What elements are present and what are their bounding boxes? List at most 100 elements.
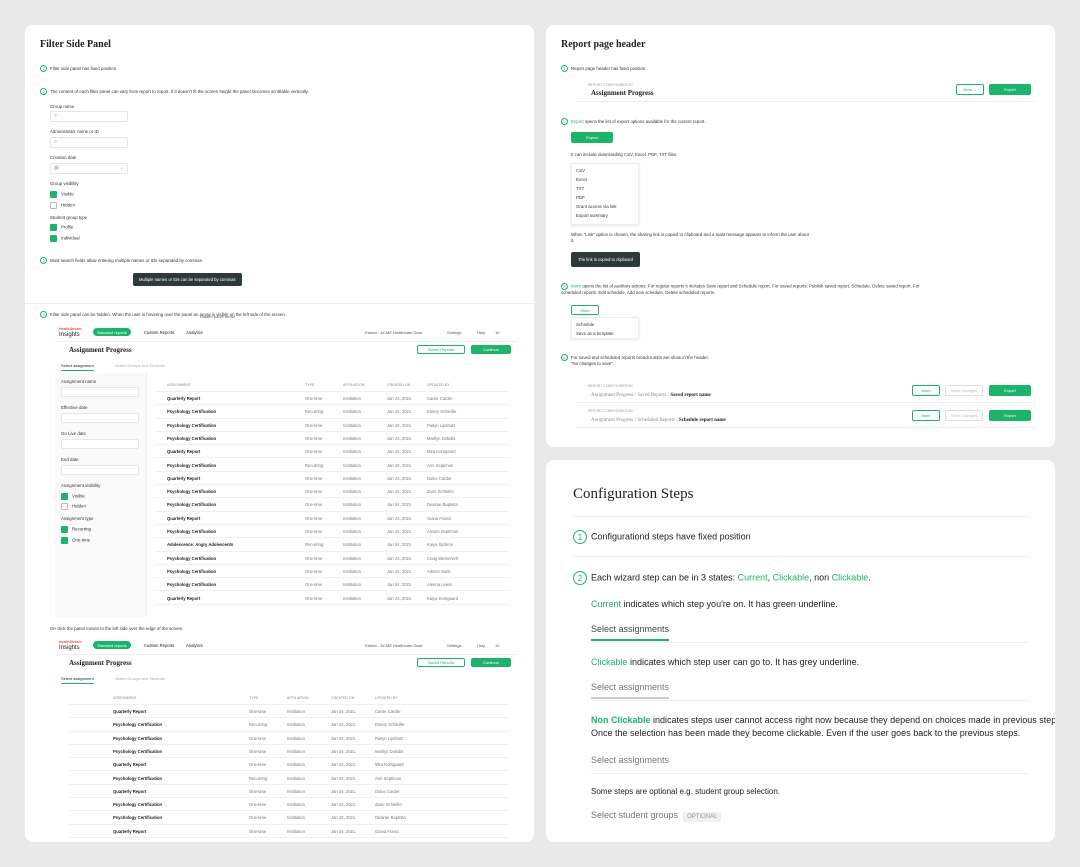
nav-custom-reports[interactable]: Custom Reports bbox=[144, 330, 174, 335]
nav-analytics[interactable]: Analytics bbox=[186, 330, 203, 335]
table-row[interactable]: Psychology Certification One-time Institut… bbox=[155, 525, 509, 539]
table-row[interactable]: Quarterly Report One-time Institution Jan 2… bbox=[155, 472, 509, 486]
export-option[interactable]: Export summary bbox=[576, 213, 608, 218]
table-row[interactable]: Psychology Certification One-time Institut… bbox=[69, 745, 509, 759]
individual-checkbox[interactable]: Individual bbox=[50, 235, 80, 242]
user-menu[interactable]: Elsken - ACME Healthcare Data bbox=[365, 330, 422, 335]
saved-reports-button[interactable]: Saved Reports bbox=[417, 345, 465, 354]
table-row[interactable]: Psychology Certification One-time Institut… bbox=[69, 811, 509, 825]
assignment-name-input[interactable] bbox=[61, 387, 139, 397]
table-row[interactable]: Psychology Certification One-time Institut… bbox=[155, 565, 509, 579]
column-header[interactable]: TYPE bbox=[249, 696, 258, 700]
table-row[interactable]: Quarterly Report One-time Institution Jan 2… bbox=[69, 705, 509, 719]
table-row[interactable]: Quarterly Report One-time Institution Jan 2… bbox=[69, 785, 509, 799]
more-option-schedule[interactable]: Schedule bbox=[576, 322, 594, 327]
help-link[interactable]: Help bbox=[477, 330, 485, 335]
table-row[interactable]: Psychology Certification One-time Institut… bbox=[155, 419, 509, 432]
table-row[interactable]: Quarterly Report One-time Institution Jan 2… bbox=[69, 825, 509, 838]
export-button[interactable]: Export bbox=[989, 385, 1031, 396]
user-menu[interactable]: Elsken - ACME Healthcare Data bbox=[365, 643, 422, 648]
column-header[interactable]: ASSIGNMENT bbox=[113, 696, 137, 700]
table-row[interactable]: Psychology Certification One-time Institut… bbox=[155, 552, 509, 565]
visible-checkbox[interactable]: Visible bbox=[50, 191, 74, 198]
export-button[interactable]: Export bbox=[989, 84, 1031, 95]
export-option[interactable]: PDF bbox=[576, 195, 585, 200]
note-4: 4 For saved and scheduled reports breadcr… bbox=[561, 354, 709, 361]
end-date-input[interactable] bbox=[61, 465, 139, 475]
table-row[interactable]: Psychology Certification One-time Institut… bbox=[69, 732, 509, 745]
help-link[interactable]: Help bbox=[477, 643, 485, 648]
table-cell: Institution bbox=[343, 435, 361, 441]
continue-button[interactable]: Continue bbox=[471, 345, 511, 354]
column-header[interactable]: AFFILIATION bbox=[287, 696, 309, 700]
table-cell: Recurring bbox=[305, 462, 324, 468]
column-header[interactable]: TYPE bbox=[305, 383, 314, 387]
export-option[interactable]: TXT bbox=[576, 186, 584, 191]
column-header[interactable]: AFFILIATION bbox=[343, 383, 365, 387]
more-button[interactable]: More bbox=[912, 410, 940, 421]
step-optional-example[interactable]: Select student groups OPTIONAL bbox=[591, 810, 722, 822]
table-row[interactable]: Psychology Certification Recurring Institu… bbox=[69, 772, 509, 785]
creation-date-input[interactable]: ▦ ⌄ bbox=[50, 163, 128, 174]
page-size[interactable]: 10 bbox=[495, 643, 499, 648]
visible-checkbox[interactable]: Visible bbox=[61, 493, 85, 500]
state-label: Non Clickable bbox=[591, 715, 651, 725]
table-header-row: ASSIGNMENT TYPE AFFILIATION CREATED ON UPDAT… bbox=[69, 692, 509, 706]
table-row[interactable]: Quarterly Report One-time Institution Jan 2… bbox=[155, 445, 509, 459]
recurring-checkbox[interactable]: Recurring bbox=[61, 526, 91, 533]
settings-link[interactable]: Settings bbox=[447, 643, 461, 648]
nav-analytics[interactable]: Analytics bbox=[186, 643, 203, 648]
admin-input[interactable]: ⌕ bbox=[50, 137, 128, 148]
profile-checkbox[interactable]: Profile bbox=[50, 224, 73, 231]
column-header[interactable]: UPDATED BY bbox=[427, 383, 450, 387]
export-button[interactable]: Export bbox=[989, 410, 1031, 421]
continue-button[interactable]: Continue bbox=[471, 658, 511, 667]
step-select-assignment[interactable]: Select assignment bbox=[61, 676, 94, 684]
golive-date-input[interactable] bbox=[61, 439, 139, 449]
table-row[interactable]: Quarterly Report One-time Institution Jan 2… bbox=[155, 512, 509, 525]
table-row[interactable]: Psychology Certification One-time Institut… bbox=[69, 798, 509, 812]
table-row[interactable]: Quarterly Report One-time Institution Jan 2… bbox=[155, 392, 509, 406]
column-header[interactable]: UPDATED BY bbox=[375, 696, 398, 700]
settings-link[interactable]: Settings bbox=[447, 330, 461, 335]
hidden-checkbox[interactable]: Hidden bbox=[61, 503, 86, 510]
onetime-checkbox[interactable]: One-time bbox=[61, 537, 90, 544]
more-button[interactable]: More bbox=[912, 385, 940, 396]
page-title: Assignment Progress bbox=[591, 89, 654, 97]
more-button[interactable]: More ⌄ bbox=[956, 84, 984, 95]
path-text: Assignment Progress / Saved Reports / bbox=[591, 393, 669, 398]
export-button[interactable]: Export bbox=[571, 132, 613, 143]
nav-standard-reports[interactable]: Standard reports bbox=[93, 641, 131, 649]
table-row[interactable]: Psychology Certification One-time Institut… bbox=[155, 578, 509, 592]
more-option-template[interactable]: Save as a template bbox=[576, 331, 614, 336]
table-row[interactable]: Psychology Certification Recurring Institu… bbox=[155, 405, 509, 419]
step-current-example[interactable]: Select assignments bbox=[591, 624, 670, 641]
step-select-assignment[interactable]: Select assignment bbox=[61, 363, 94, 371]
step-clickable-example[interactable]: Select assignments bbox=[591, 682, 670, 699]
field-label: Assignment visibility bbox=[61, 483, 101, 488]
more-button[interactable]: More bbox=[571, 305, 599, 315]
hidden-checkbox[interactable]: Hidden bbox=[50, 202, 75, 209]
note-5: On click the panel moves to the left sid… bbox=[50, 626, 184, 631]
table-row[interactable]: Adolescence: Angry Adolescents Recurring I… bbox=[155, 538, 509, 552]
saved-reports-button[interactable]: Saved Reports bbox=[417, 658, 465, 667]
export-option[interactable]: Grant access via link bbox=[576, 204, 617, 209]
table-row[interactable]: Psychology Certification Recurring Institu… bbox=[155, 459, 509, 472]
nav-custom-reports[interactable]: Custom Reports bbox=[144, 643, 174, 648]
export-option[interactable]: Excel bbox=[576, 177, 587, 182]
group-name-input[interactable]: ⌕ bbox=[50, 111, 128, 122]
table-row[interactable]: Psychology Certification One-time Institut… bbox=[155, 485, 509, 499]
nav-standard-reports[interactable]: Standard reports bbox=[93, 328, 131, 336]
table-row[interactable]: Quarterly Report One-time Institution Jan 2… bbox=[155, 592, 509, 605]
table-row[interactable]: Psychology Certification One-time Institut… bbox=[155, 432, 509, 446]
effective-date-input[interactable] bbox=[61, 413, 139, 423]
page-size[interactable]: 10 bbox=[495, 330, 499, 335]
column-header[interactable]: CREATED ON bbox=[331, 696, 354, 700]
column-header[interactable]: ASSIGNMENT bbox=[167, 383, 191, 387]
table-row[interactable]: Psychology Certification One-time Institut… bbox=[155, 498, 509, 512]
export-option[interactable]: CSV bbox=[576, 168, 585, 173]
column-header[interactable]: CREATED ON bbox=[387, 383, 410, 387]
table-row[interactable]: Psychology Certification Recurring Institu… bbox=[69, 718, 509, 732]
non-clickable-description: Non Clickable indicates steps user canno… bbox=[591, 715, 1055, 725]
table-row[interactable]: Quarterly Report One-time Institution Jan 2… bbox=[69, 758, 509, 772]
